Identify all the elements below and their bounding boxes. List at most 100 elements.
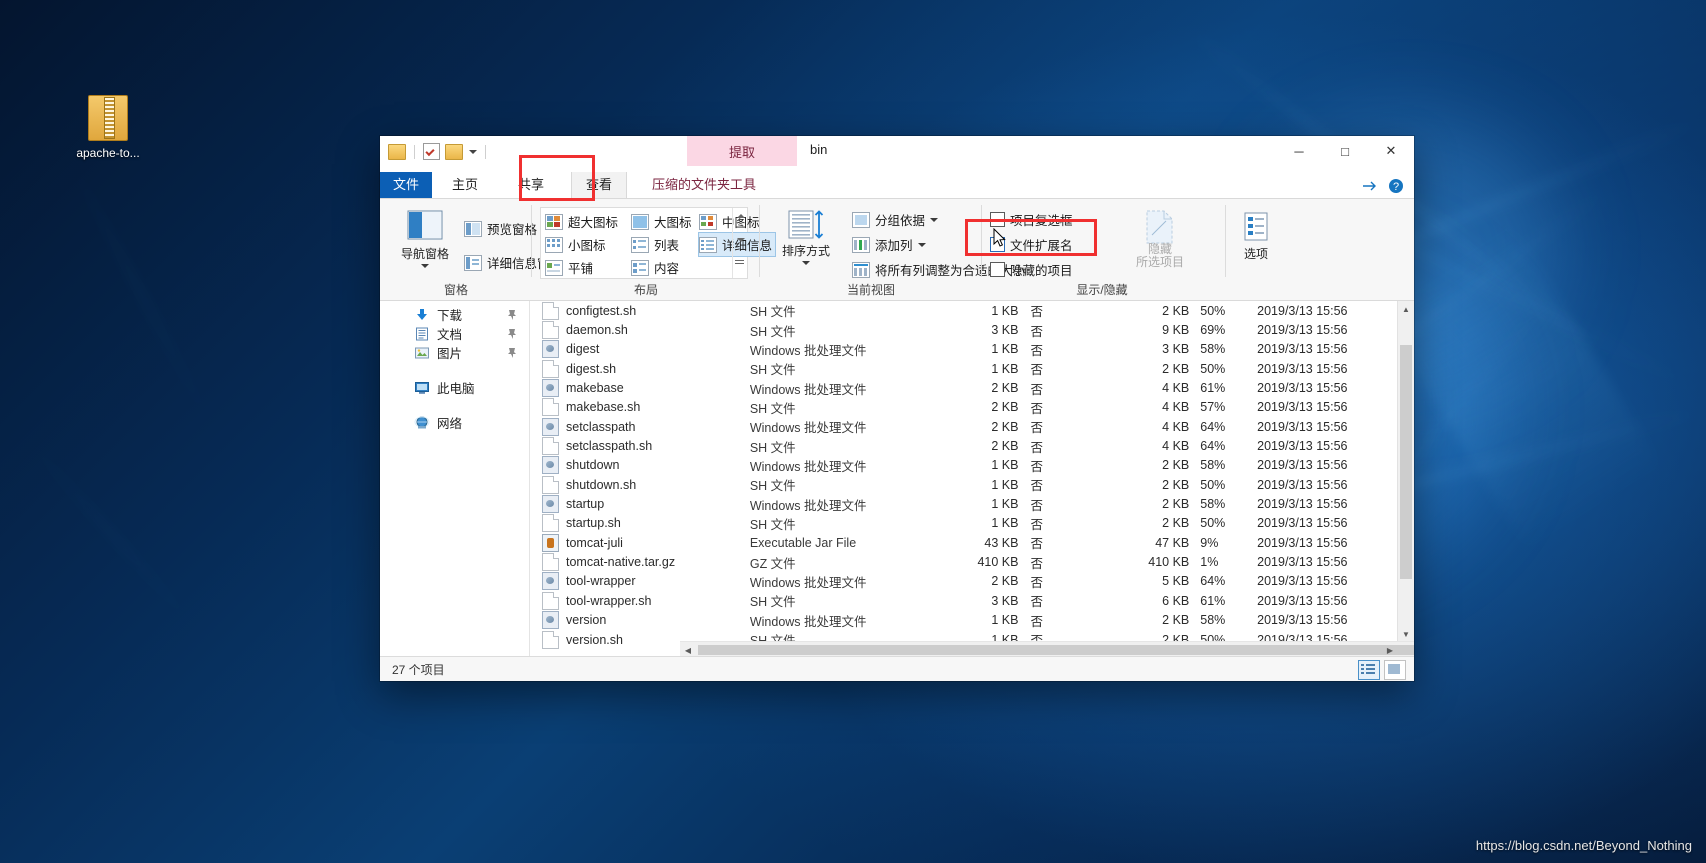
layout-medium-icons[interactable]: 中图标 (699, 210, 760, 233)
hidden-items-checkbox-icon[interactable] (990, 262, 1005, 277)
layout-gallery-scroll[interactable] (732, 208, 747, 278)
gallery-scroll-up-icon[interactable] (737, 214, 745, 218)
file-list[interactable]: configtest.sh SH 文件 1 KB 否 2 KB 50% 2019/3/13 … (530, 301, 1414, 658)
layout-extra-large-icons[interactable]: 超大图标 (545, 210, 618, 233)
nav-item-pictures[interactable]: 图片 (380, 343, 529, 362)
large-icons-view-button[interactable] (1384, 660, 1406, 680)
pin-icon-2[interactable] (507, 328, 517, 339)
tab-file[interactable]: 文件 (380, 172, 432, 198)
generic-file-icon (542, 321, 559, 340)
scroll-up-icon[interactable]: ▲ (1398, 301, 1414, 317)
password-protected-cell: 否 (1030, 479, 1043, 494)
layout-small-icons[interactable]: 小图标 (545, 233, 606, 256)
group-by-button[interactable]: 分组依据 (852, 208, 939, 231)
window-controls: ─ □ ✕ (1276, 136, 1414, 166)
navigation-pane-caret-icon[interactable] (421, 264, 429, 268)
sort-by-caret-icon[interactable] (802, 261, 810, 265)
group-by-caret-icon[interactable] (930, 217, 939, 222)
layout-content[interactable]: 内容 (631, 256, 679, 279)
preview-pane-label: 预览窗格 (487, 223, 538, 237)
table-row[interactable]: startup.sh SH 文件 1 KB 否 2 KB 50% 2019/3/13 15:… (530, 514, 1414, 533)
tab-view[interactable]: 查看 (571, 172, 628, 198)
table-row[interactable]: configtest.sh SH 文件 1 KB 否 2 KB 50% 2019/3/13 … (530, 301, 1414, 320)
tab-share[interactable]: 共享 (504, 172, 558, 198)
add-columns-icon (852, 236, 870, 253)
table-row[interactable]: tomcat-juli Executable Jar File 43 KB 否 47 K… (530, 533, 1414, 552)
layout-large-icons[interactable]: 大图标 (631, 210, 692, 233)
details-view-button[interactable] (1358, 660, 1380, 680)
nav-item-downloads[interactable]: 下载 (380, 305, 529, 324)
ratio-cell: 9% (1200, 535, 1219, 550)
desktop-icon-label: apache-to... (76, 146, 140, 160)
table-row[interactable]: startup Windows 批处理文件 1 KB 否 2 KB 58% 2019/3/1… (530, 494, 1414, 514)
hidden-items-option[interactable]: 隐藏的项目 (990, 258, 1073, 281)
navigation-pane-button[interactable]: 导航窗格 (392, 209, 458, 268)
table-row[interactable]: setclasspath Windows 批处理文件 2 KB 否 4 KB 64% 201… (530, 417, 1414, 436)
customize-caret-icon[interactable] (469, 149, 477, 154)
table-row[interactable]: makebase Windows 批处理文件 2 KB 否 4 KB 61% 2019/3/… (530, 378, 1414, 398)
file-type-cell: GZ 文件 (749, 556, 796, 571)
close-button[interactable]: ✕ (1368, 136, 1414, 166)
collapse-ribbon-icon[interactable] (1362, 180, 1378, 192)
gallery-scroll-down-icon[interactable] (737, 238, 745, 242)
table-row[interactable]: shutdown Windows 批处理文件 1 KB 否 2 KB 58% 2019/3/… (530, 456, 1414, 475)
ribbon-group-current-view: 排序方式 分组依据 添加列 将所有列调整为合适的大小 当前视图 (760, 199, 1025, 300)
date-modified-cell: 2019/3/13 15:56 (1257, 361, 1348, 376)
table-row[interactable]: daemon.sh SH 文件 3 KB 否 9 KB 69% 2019/3/13 15:5… (530, 320, 1414, 340)
folder-icon[interactable] (388, 143, 406, 160)
ribbon-right-icons: ? (1362, 178, 1404, 194)
new-folder-icon[interactable] (445, 143, 463, 160)
date-modified-cell: 2019/3/13 15:56 (1257, 400, 1348, 415)
table-row[interactable]: digest Windows 批处理文件 1 KB 否 3 KB 58% 2019/3/13… (530, 340, 1414, 359)
add-columns-caret-icon[interactable] (917, 242, 926, 247)
tab-home[interactable]: 主页 (438, 172, 492, 198)
desktop-icon-apache-tomcat[interactable]: apache-to... (62, 95, 154, 160)
pin-icon[interactable] (507, 309, 517, 320)
horizontal-scroll-thumb[interactable] (698, 645, 1414, 655)
password-protected-cell: 否 (1030, 614, 1043, 629)
file-type-cell: Windows 批处理文件 (749, 382, 867, 397)
table-row[interactable]: digest.sh SH 文件 1 KB 否 2 KB 50% 2019/3/13 15:5… (530, 359, 1414, 378)
table-row[interactable]: version Windows 批处理文件 1 KB 否 2 KB 58% 2019/3/1… (530, 611, 1414, 630)
table-row[interactable]: tool-wrapper.sh SH 文件 3 KB 否 6 KB 61% 2019/3/1… (530, 591, 1414, 610)
packed-size-cell: 2 KB (991, 439, 1019, 454)
minimize-button[interactable]: ─ (1276, 136, 1322, 166)
vertical-scrollbar[interactable]: ▲ ▼ (1397, 301, 1414, 658)
layout-list[interactable]: 列表 (631, 233, 679, 256)
scroll-down-icon[interactable]: ▼ (1398, 626, 1414, 642)
vertical-scroll-thumb[interactable] (1400, 345, 1412, 579)
size-cell: 2 KB (1162, 497, 1190, 512)
add-columns-button[interactable]: 添加列 (852, 233, 926, 256)
file-name-cell: tool-wrapper (542, 572, 750, 591)
file-rows-container: configtest.sh SH 文件 1 KB 否 2 KB 50% 2019/3/13 … (530, 301, 1414, 649)
table-row[interactable]: setclasspath.sh SH 文件 2 KB 否 4 KB 64% 2019/3/1… (530, 436, 1414, 456)
properties-icon[interactable] (423, 143, 440, 160)
layout-tiles[interactable]: 平铺 (545, 256, 593, 279)
help-icon[interactable]: ? (1388, 178, 1404, 194)
pin-icon-3[interactable] (507, 347, 517, 358)
nav-item-this-pc[interactable]: 此电脑 (380, 378, 529, 397)
file-name-cell: startup.sh (542, 514, 750, 533)
tab-compressed-folder-tools[interactable]: 压缩的文件夹工具 (638, 172, 770, 198)
generic-file-icon (542, 301, 559, 320)
size-cell: 4 KB (1162, 419, 1190, 434)
file-type-cell: Executable Jar File (749, 535, 857, 550)
ribbon-group-label-layout: 布局 (633, 283, 658, 297)
file-name-cell: makebase (542, 379, 750, 398)
table-row[interactable]: tool-wrapper Windows 批处理文件 2 KB 否 5 KB 64% 201… (530, 572, 1414, 591)
preview-pane-button[interactable]: 预览窗格 (464, 217, 537, 240)
table-row[interactable]: makebase.sh SH 文件 2 KB 否 4 KB 57% 2019/3/13 15… (530, 398, 1414, 417)
maximize-button[interactable]: □ (1322, 136, 1368, 166)
item-checkboxes-checkbox-icon[interactable] (990, 212, 1005, 227)
sort-by-label: 排序方式 (781, 244, 830, 258)
ratio-cell: 50% (1200, 361, 1226, 376)
nav-item-documents[interactable]: 文档 (380, 324, 529, 343)
gallery-more-icon[interactable] (735, 260, 744, 261)
file-name-text: version.sh (566, 632, 623, 647)
table-row[interactable]: tomcat-native.tar.gz GZ 文件 410 KB 否 410 KB 1%… (530, 552, 1414, 572)
size-cell: 2 KB (1162, 516, 1190, 531)
options-button[interactable]: 选项 (1228, 211, 1284, 262)
nav-item-network[interactable]: 网络 (380, 413, 529, 432)
table-row[interactable]: shutdown.sh SH 文件 1 KB 否 2 KB 50% 2019/3/13 15… (530, 475, 1414, 494)
sort-by-button[interactable]: 排序方式 (770, 209, 842, 265)
